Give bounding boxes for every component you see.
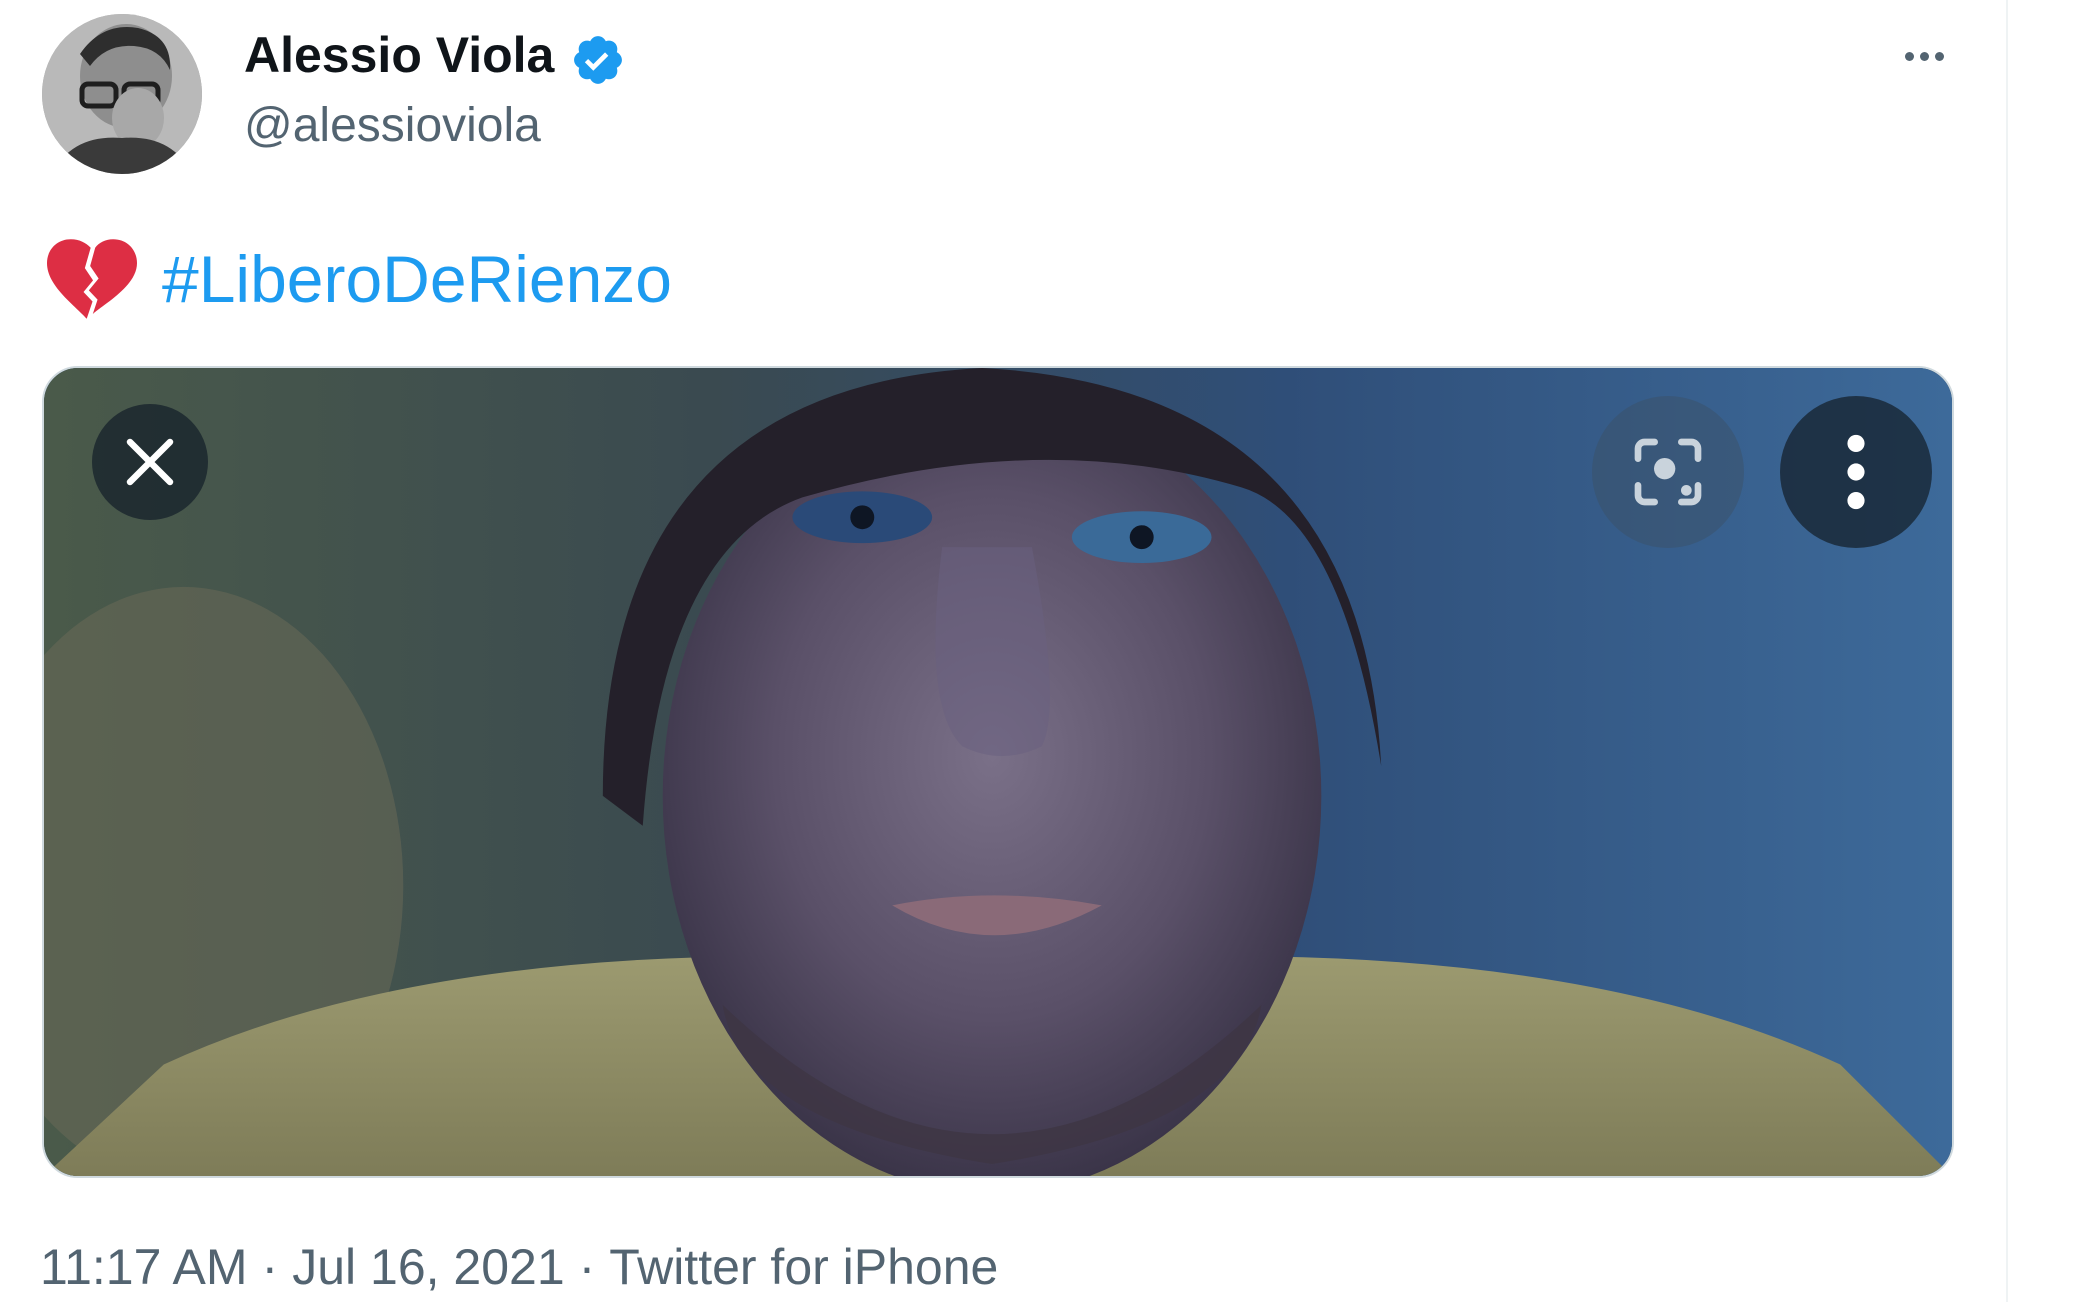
close-button[interactable]: [92, 404, 208, 520]
column-divider: [2006, 0, 2008, 1302]
user-handle[interactable]: @alessioviola: [244, 98, 541, 153]
avatar[interactable]: [42, 14, 202, 174]
tweet-meta: 11:17 AM · Jul 16, 2021 · Twitter for iPhone: [40, 1238, 998, 1296]
tweet-source[interactable]: Twitter for iPhone: [609, 1239, 998, 1295]
display-name[interactable]: Alessio Viola: [244, 26, 554, 84]
tweet-date[interactable]: Jul 16, 2021: [292, 1239, 564, 1295]
close-icon: [126, 438, 174, 486]
media-menu-button[interactable]: [1780, 396, 1932, 548]
more-options-button[interactable]: [1888, 30, 1960, 82]
verified-badge-icon: [574, 36, 622, 84]
visual-search-icon: [1634, 438, 1702, 506]
more-dot-icon: [1904, 51, 1914, 61]
more-dot-icon: [1919, 51, 1929, 61]
meta-separator: ·: [578, 1239, 596, 1295]
hashtag-link[interactable]: #LiberoDeRienzo: [162, 241, 672, 317]
vertical-dots-icon: [1847, 434, 1865, 510]
tweet-page: Alessio Viola @alessioviola #LiberoDeRie…: [0, 0, 2080, 1302]
tweet-time[interactable]: 11:17 AM: [40, 1239, 248, 1295]
tweet-media[interactable]: [42, 366, 1954, 1178]
meta-separator: ·: [261, 1239, 279, 1295]
more-dot-icon: [1934, 51, 1944, 61]
avatar-photo: [42, 14, 202, 174]
broken-heart-icon: [47, 239, 137, 319]
visual-search-button[interactable]: [1592, 396, 1744, 548]
tweet-text: #LiberoDeRienzo: [44, 234, 672, 324]
